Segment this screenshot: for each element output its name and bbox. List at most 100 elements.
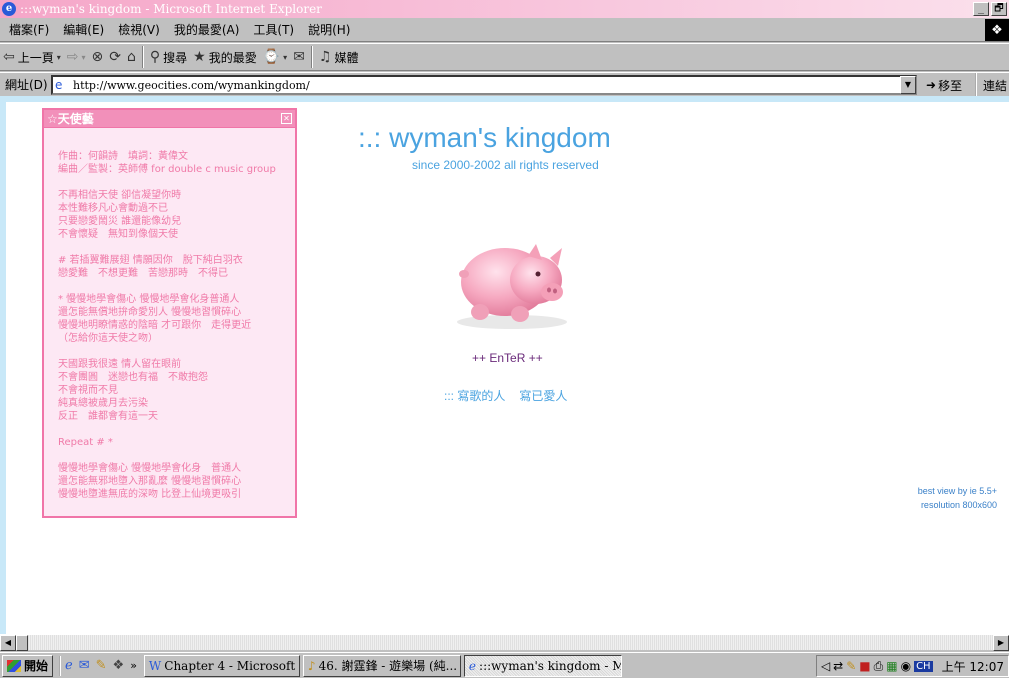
page-icon: e	[55, 78, 63, 92]
songwriter-link[interactable]: ::: 寫歌的人	[444, 387, 505, 404]
grid-icon[interactable]: ▦	[886, 659, 897, 673]
task-music-label: 46. 謝霆鋒 - 遊樂場 (純...	[318, 659, 458, 673]
menu-favorites[interactable]: 我的最愛(A)	[167, 21, 247, 38]
tray-app-icon[interactable]: ■	[859, 659, 870, 673]
address-label: 網址(D)	[5, 78, 48, 92]
refresh-button[interactable]: ⟳	[106, 46, 124, 68]
favorites-button[interactable]: ★ 我的最愛	[190, 46, 260, 68]
more-chevron-icon[interactable]: »	[130, 659, 137, 672]
lyrics-line: （怎給你這天使之吻）	[58, 333, 158, 344]
scroll-left-icon[interactable]: ◀	[0, 635, 16, 651]
start-button[interactable]: 開始	[2, 654, 54, 677]
scroll-track[interactable]	[28, 635, 993, 650]
media-icon: ♫	[318, 49, 332, 65]
ie-task-icon: ℯ	[468, 658, 477, 673]
mail-icon: ✉	[293, 49, 305, 65]
outlook-icon[interactable]: ✉	[79, 658, 90, 673]
volume-icon[interactable]: ◁	[821, 659, 830, 673]
address-url: http://www.geocities.com/wymankingdom/	[73, 78, 310, 92]
task-word[interactable]: W Chapter 4 - Microsoft Word	[143, 654, 300, 677]
task-ie-label: :::wyman's kingdom - Micr...	[479, 658, 621, 673]
back-button[interactable]: ⇦ 上一頁 ▾	[0, 46, 64, 68]
pig-image[interactable]	[450, 222, 575, 332]
menu-edit[interactable]: 編輯(E)	[56, 21, 111, 38]
restore-button[interactable]: 🗗	[991, 2, 1007, 16]
lyrics-line: 慢慢地學會傷心 慢慢地學會化身 普通人	[58, 463, 242, 474]
word-icon: W	[148, 658, 162, 673]
ie-icon: e	[2, 2, 16, 16]
scroll-thumb[interactable]	[16, 635, 28, 651]
lyrics-paragraph: Repeat # *	[58, 436, 281, 449]
stop-button[interactable]: ⊗	[89, 46, 107, 68]
address-input[interactable]: e http://www.geocities.com/wymankingdom/…	[51, 75, 917, 95]
lyrics-line: 不再相信天使 卻信凝望你時	[58, 190, 182, 201]
task-word-label: Chapter 4 - Microsoft Word	[164, 658, 299, 673]
lover-link[interactable]: 寫已愛人	[519, 387, 567, 404]
menu-file[interactable]: 檔案(F)	[2, 21, 56, 38]
links-button[interactable]: 連結	[975, 73, 1007, 97]
lyrics-line: 不會團圓 迷戀也有福 不敢抱怨	[58, 372, 208, 383]
windows-flag-icon	[7, 659, 21, 672]
lyrics-line: 天國跟我很遠 情人留在眼前	[58, 359, 182, 370]
forward-arrow-icon: ⇨	[66, 49, 79, 65]
forward-dropdown-icon[interactable]: ▾	[82, 53, 86, 62]
menu-tools[interactable]: 工具(T)	[246, 21, 301, 38]
music-icon: ♪	[307, 658, 316, 673]
resolution-line: resolution 800x600	[920, 500, 997, 510]
lyrics-paragraph: # 若插翼難展翅 情願因你 脫下純白羽衣 戀愛難 不想更難 苦戀那時 不得已	[58, 254, 281, 280]
lyrics-panel: ☆天使藝 ✕ 作曲：何韻詩 填詞：黃偉文 編曲／監製：英師傅 for double…	[42, 108, 297, 518]
go-arrow-icon: ➜	[926, 78, 937, 92]
toolbar-separator	[310, 46, 313, 68]
ime-indicator[interactable]: CH	[914, 660, 933, 672]
lyrics-paragraph: 天國跟我很遠 情人留在眼前 不會團圓 迷戀也有福 不敢抱怨 不會視而不見 純真總被歲月…	[58, 358, 281, 423]
home-button[interactable]: ⌂	[124, 46, 139, 68]
close-icon[interactable]: ✕	[281, 113, 292, 124]
address-bar: 網址(D) e http://www.geocities.com/wymanki…	[0, 72, 1009, 97]
lyrics-line: 不會懷疑 無知到像個天使	[58, 229, 178, 240]
forward-button[interactable]: ⇨ ▾	[64, 46, 89, 68]
mail-button[interactable]: ✉	[290, 46, 308, 68]
taskbar: 開始 ℯ ✉ ✎ ❖ » W Chapter 4 - Microsoft Wor…	[0, 652, 1009, 678]
site-title: :.: wyman's kingdom	[358, 122, 611, 153]
window-controls: _ 🗗	[973, 2, 1007, 16]
lyrics-header: ☆天使藝 ✕	[44, 110, 295, 128]
media-button[interactable]: ♫ 媒體	[316, 46, 362, 68]
network-icon[interactable]: ⇄	[833, 659, 843, 673]
lyrics-line: 不會視而不見	[58, 385, 118, 396]
search-button[interactable]: ⚲ 搜尋	[147, 46, 190, 68]
address-dropdown-icon[interactable]: ▼	[900, 76, 916, 94]
lyrics-line: # 若插翼難展翅 情願因你 脫下純白羽衣	[58, 255, 243, 266]
site-subtitle: since 2000-2002 all rights reserved	[412, 158, 599, 172]
pencil-tray-icon[interactable]: ✎	[846, 659, 856, 673]
menu-help[interactable]: 說明(H)	[301, 21, 357, 38]
toolbar-separator	[141, 46, 144, 68]
lyrics-line: 慢慢地墮進無底的深吻 比登上仙境更吸引	[58, 489, 242, 500]
menu-view[interactable]: 檢視(V)	[111, 21, 167, 38]
window-title: :::wyman's kingdom - Microsoft Internet …	[20, 2, 322, 16]
search-label: 搜尋	[163, 50, 188, 65]
enter-link[interactable]: ++ EnTeR ++	[472, 351, 543, 365]
back-dropdown-icon[interactable]: ▾	[57, 53, 61, 62]
lyrics-paragraph: 不再相信天使 卻信凝望你時 本性難移凡心會動過不已 只要戀愛鬧災 誰還能像幼兒 不會懷…	[58, 189, 281, 241]
back-label: 上一頁	[17, 50, 54, 65]
windows-logo-icon: ❖	[985, 19, 1009, 41]
history-button[interactable]: ⌚ ▾	[260, 46, 290, 68]
lyrics-line: * 慢慢地學會傷心 慢慢地學會化身普通人	[58, 294, 240, 305]
ie-quicklaunch-icon[interactable]: ℯ	[65, 658, 73, 673]
minimize-button[interactable]: _	[973, 2, 989, 16]
horizontal-scrollbar[interactable]: ◀ ▶	[0, 634, 1009, 651]
favorites-icon: ★	[193, 49, 206, 65]
camera-icon[interactable]: ◉	[901, 659, 911, 673]
scroll-right-icon[interactable]: ▶	[993, 635, 1009, 651]
history-icon: ⌚	[262, 49, 281, 65]
lyrics-paragraph: 慢慢地學會傷心 慢慢地學會化身 普通人 還怎能無邪地墮入那亂麼 慢慢地習慣碎心 慢慢…	[58, 462, 281, 501]
task-ie[interactable]: ℯ :::wyman's kingdom - Micr...	[463, 654, 622, 677]
go-button[interactable]: ➜ 移至	[926, 75, 962, 95]
lyrics-line: 作曲：何韻詩 填詞：黃偉文	[58, 151, 188, 162]
printer-icon[interactable]: ⎙	[874, 659, 884, 674]
lyrics-line: 只要戀愛鬧災 誰還能像幼兒	[58, 216, 182, 227]
lyrics-line: 還怎能無邪地墮入那亂麼 慢慢地習慣碎心	[58, 476, 242, 487]
media-quicklaunch-icon[interactable]: ❖	[113, 658, 125, 673]
task-music[interactable]: ♪ 46. 謝霆鋒 - 遊樂場 (純...	[302, 654, 461, 677]
pencil-icon[interactable]: ✎	[96, 658, 107, 673]
